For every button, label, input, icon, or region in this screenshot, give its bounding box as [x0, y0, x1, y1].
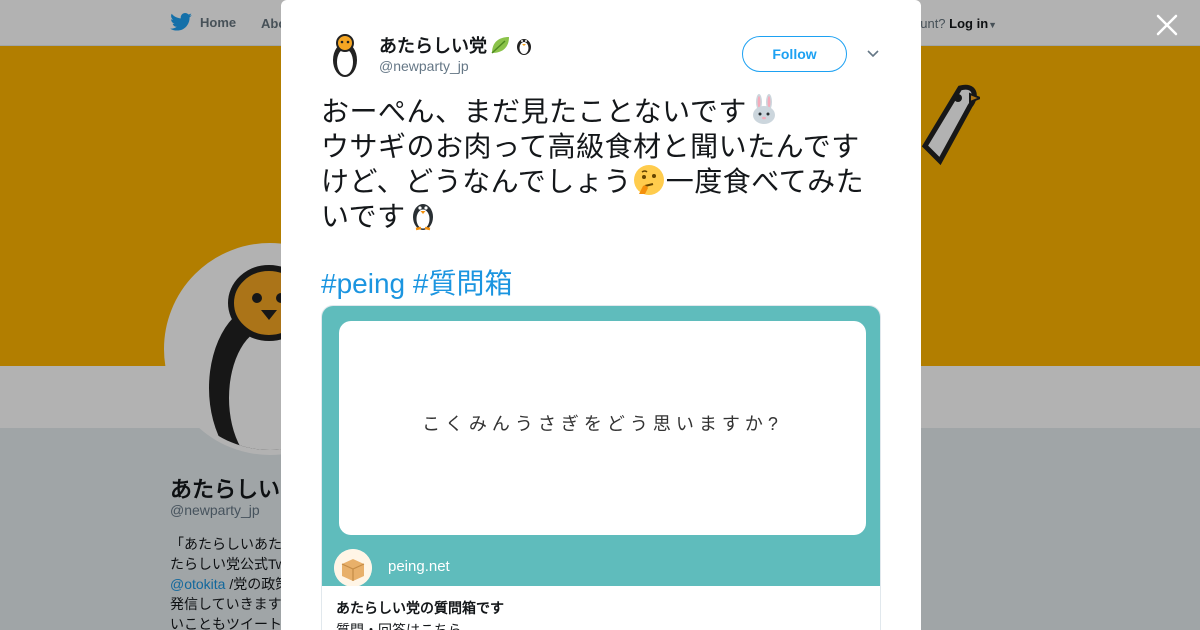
card-image: こくみんうさぎをどう思いますか? peing.net — [322, 306, 880, 587]
tweet-avatar[interactable] — [321, 30, 369, 78]
leaf-emoji — [491, 37, 509, 54]
penguin-emoji — [412, 204, 433, 231]
author-name-text: あたらしい党 — [379, 36, 487, 56]
card-title: あたらしい党の質問箱です — [336, 600, 504, 616]
more-options-button[interactable] — [865, 46, 881, 62]
chevron-down-icon — [867, 50, 879, 58]
card-meta: あたらしい党の質問箱です 質問・回答はこちら — [322, 586, 880, 630]
hashtags: #peing #質問箱 — [321, 262, 512, 302]
tweet-author-name[interactable]: あたらしい党 — [379, 32, 535, 58]
card-description: 質問・回答はこちら — [336, 622, 462, 630]
rabbit-emoji — [752, 94, 775, 124]
card-question-panel: こくみんうさぎをどう思いますか? — [339, 321, 866, 535]
close-icon — [1156, 14, 1178, 36]
card-question: こくみんうさぎをどう思いますか? — [422, 414, 783, 434]
penguin-icon — [333, 34, 357, 77]
link-card[interactable]: こくみんうさぎをどう思いますか? peing.net あたらしい党の質問箱です … — [321, 305, 881, 630]
box-icon — [334, 549, 372, 587]
tweet-author-handle[interactable]: @newparty_jp — [379, 58, 469, 74]
thinking-face-emoji — [633, 165, 664, 195]
tweet-modal: あたらしい党 @newparty_jp Follow おーぺん、まだ見たことない… — [281, 0, 921, 630]
follow-button[interactable]: Follow — [742, 36, 847, 72]
hashtag-link[interactable]: #質問箱 — [413, 268, 513, 299]
tweet-text: おーぺん、まだ見たことないです ウサギのお肉って高級食材と聞いたんですけど、どう… — [321, 94, 886, 234]
penguin-emoji — [517, 39, 531, 55]
close-button[interactable] — [1154, 12, 1180, 38]
hashtag-link[interactable]: #peing — [321, 268, 405, 299]
tweet-text-line: おーぺん、まだ見たことないです — [321, 96, 747, 127]
peing-logo — [334, 549, 372, 587]
card-domain: peing.net — [388, 558, 450, 575]
